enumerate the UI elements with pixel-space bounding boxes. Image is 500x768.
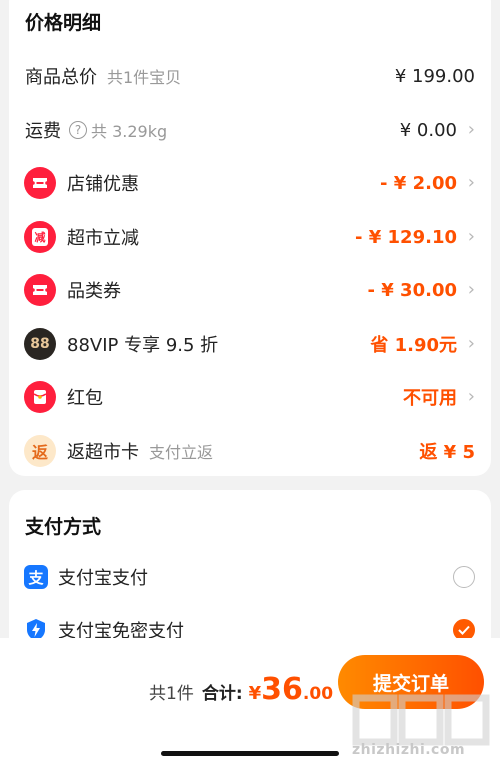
row-label: 品类券 [67,281,121,302]
row-value: - ¥ 30.00 [367,279,457,301]
row-sub: 支付立返 [149,443,214,462]
row-category-coupon[interactable]: 品类券 - ¥ 30.00 › [9,270,491,310]
payment-option-label: 支付宝支付 [58,568,148,589]
row-value: ¥ 0.00 [399,119,457,141]
reduce-tag-icon: 减 [24,221,56,253]
row-value: - ¥ 2.00 [380,172,457,194]
radio-unchecked[interactable] [453,566,475,588]
payment-title: 支付方式 [25,516,102,538]
price-detail-card: 价格明细 商品总价 共1件宝贝 ¥ 199.00 运费 ? 共 3.29kg ¥… [9,0,491,476]
watermark-text: zhizhizhi.com [352,742,466,758]
row-value: - ¥ 129.10 [355,226,457,248]
row-label: 红包 [67,388,103,409]
row-store-discount[interactable]: 店铺优惠 - ¥ 2.00 › [9,163,491,203]
row-value: 不可用 [403,388,457,409]
chevron-right-icon: › [467,172,475,193]
row-sub: 共 3.29kg [91,122,168,141]
row-label: 商品总价 [25,67,97,88]
row-goods-total: 商品总价 共1件宝贝 ¥ 199.00 [9,56,491,96]
row-red-envelope[interactable]: 红包 不可用 › [9,377,491,417]
chevron-right-icon: › [467,226,475,247]
sum-label: 合计: [201,684,243,704]
payment-option-alipay[interactable]: 支 支付宝支付 [9,559,491,595]
vip88-icon: 88 [24,328,56,360]
home-indicator[interactable] [161,751,339,756]
alipay-icon: 支 [24,565,48,589]
row-value: 省 1.90元 [370,335,457,356]
order-total: 共1件 合计: ¥ 36 .00 [149,672,333,707]
chevron-right-icon: › [467,119,475,140]
row-label: 超市立减 [67,228,139,249]
question-icon[interactable]: ? [69,121,87,139]
ticket-icon [24,167,56,199]
cashback-icon: 返 [24,435,56,467]
row-label: 店铺优惠 [67,174,139,195]
chevron-right-icon: › [467,333,475,354]
row-supermarket-reduce[interactable]: 减 超市立减 - ¥ 129.10 › [9,217,491,257]
currency-symbol: ¥ [248,683,262,704]
red-envelope-icon [24,381,56,413]
row-value: 返 ¥ 5 [419,442,475,463]
row-cashback-card: 返 返超市卡 支付立返 返 ¥ 5 [9,431,491,471]
row-label: 运费 [25,121,61,142]
row-label: 返超市卡 [67,442,139,463]
price-detail-title: 价格明细 [25,12,102,34]
ticket-icon [24,274,56,306]
row-shipping[interactable]: 运费 ? 共 3.29kg ¥ 0.00 › [9,110,491,150]
amount-cents: .00 [302,684,334,704]
amount-integer: 36 [261,672,303,707]
row-sub: 共1件宝贝 [107,68,182,87]
chevron-right-icon: › [467,279,475,300]
row-88vip[interactable]: 88 88VIP 专享 9.5 折 省 1.90元 › [9,324,491,364]
row-value: ¥ 199.00 [394,65,475,87]
row-label: 88VIP 专享 9.5 折 [67,335,219,356]
item-count: 共1件 [149,684,194,704]
chevron-right-icon: › [467,386,475,407]
